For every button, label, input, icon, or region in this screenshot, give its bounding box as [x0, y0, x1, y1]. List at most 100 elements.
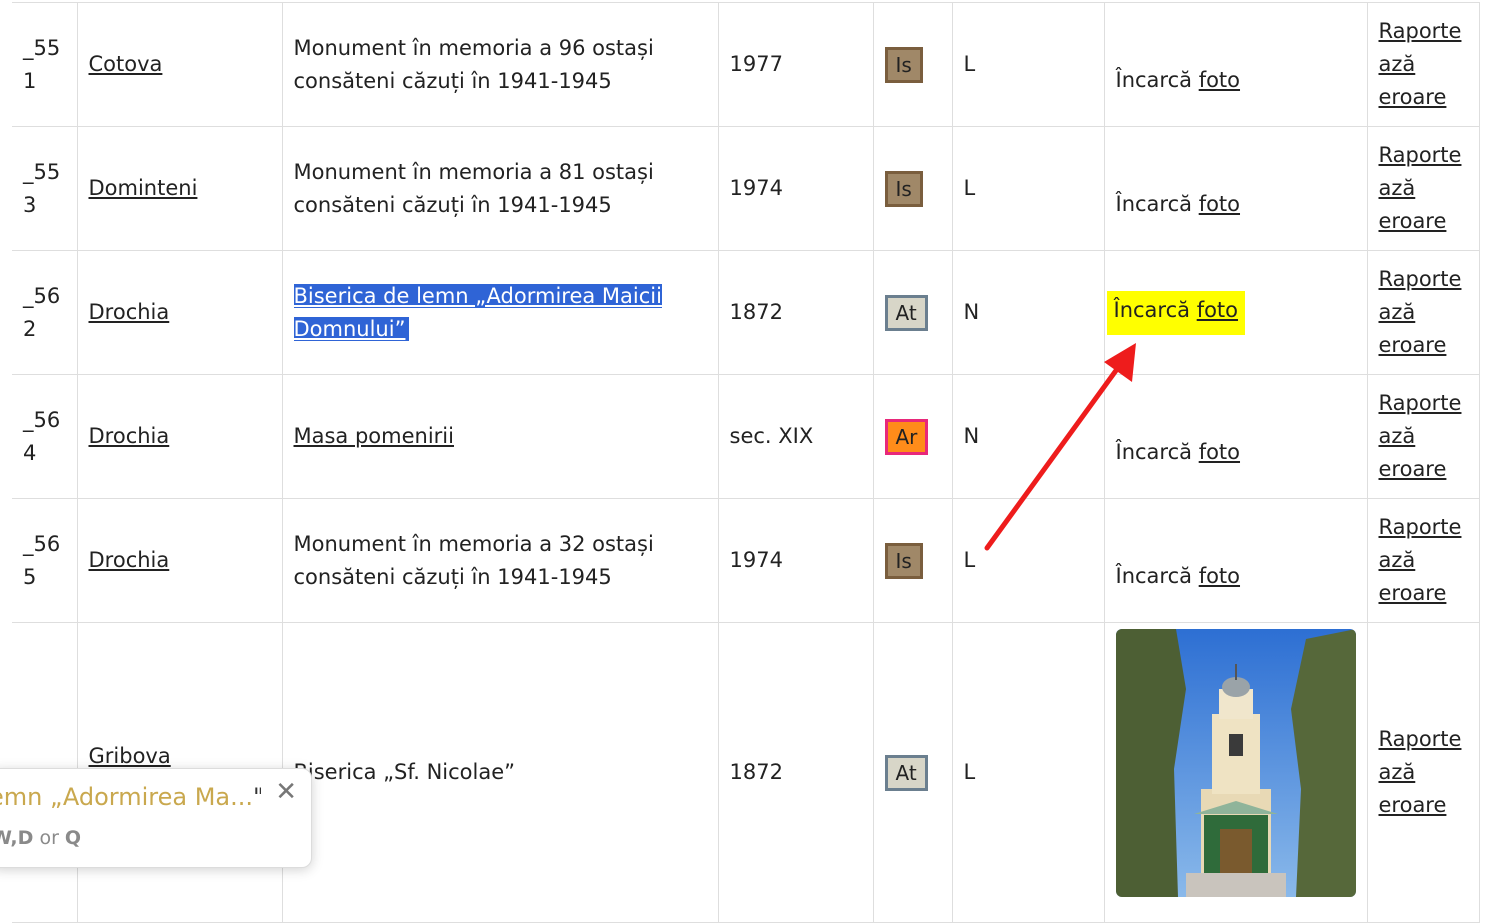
report-error-link[interactable]: Raporte ază eroare: [1379, 727, 1462, 817]
date: sec. XIX: [729, 424, 814, 448]
row-id-text: _56 2: [23, 283, 61, 341]
status: N: [963, 424, 980, 448]
upload-label: Încarcă: [1115, 68, 1199, 92]
monument-link-selected[interactable]: Biserica de lemn „Adormirea Maicii Domnu…: [293, 283, 662, 341]
monument-name: Monument în memoria a 96 ostași consăten…: [293, 35, 654, 93]
locality-link[interactable]: Dominteni: [89, 176, 198, 200]
report-error-text: eroare: [1378, 209, 1447, 233]
row-id-text: _55 1: [23, 35, 61, 93]
monument-link[interactable]: Masa pomenirii: [294, 424, 454, 448]
locality-cell: Cotova: [76, 2, 283, 127]
search-suggestion-popup[interactable]: emn „Adormirea Ma..." W,D or Q ✕: [0, 768, 312, 868]
report-error-cell: Raporte ază eroare: [1366, 622, 1480, 923]
report-error-cell: Raporte ază eroare: [1366, 2, 1480, 127]
table-row: _56 5 Drochia Monument în memoria a 32 ost…: [12, 498, 1480, 623]
category-cell: Ar: [872, 374, 953, 499]
date: 1977: [729, 52, 783, 76]
category-cell: At: [872, 622, 953, 923]
report-error-text: ază: [1378, 176, 1416, 200]
locality-cell: Dominteni: [76, 126, 283, 251]
monument-name-cell: Monument în memoria a 32 ostași consăten…: [281, 498, 719, 623]
report-error-text: ază: [1378, 300, 1416, 324]
upload-photo-link[interactable]: foto: [1199, 564, 1240, 588]
status-cell: L: [951, 498, 1105, 623]
report-error-text: Raporte: [1378, 143, 1462, 167]
report-error-cell: Raporte ază eroare: [1366, 374, 1480, 499]
locality-link[interactable]: Drochia: [89, 424, 170, 448]
photo-cell: Încarcă foto: [1103, 2, 1368, 127]
upload-photo-link[interactable]: foto: [1199, 440, 1240, 464]
category-badge: At: [884, 754, 928, 791]
locality-link[interactable]: Drochia: [89, 300, 170, 324]
report-error-cell: Raporte ază eroare: [1366, 250, 1480, 375]
monument-name-cell: Monument în memoria a 96 ostași consăten…: [281, 2, 719, 127]
report-error-text: ază: [1378, 760, 1416, 784]
upload-label: Încarcă: [1113, 297, 1197, 322]
report-error-link[interactable]: Raporte ază eroare: [1379, 391, 1462, 481]
locality-link[interactable]: Drochia: [89, 548, 170, 572]
upload-label: Încarcă: [1115, 192, 1199, 216]
table-row: _55 3 Dominteni Monument în memoria a 81 o…: [12, 126, 1480, 251]
row-id: _56 4: [12, 374, 78, 499]
status-cell: L: [951, 622, 1105, 923]
report-error-link[interactable]: Raporte ază eroare: [1379, 19, 1462, 109]
upload-photo: Încarcă foto: [1116, 528, 1356, 593]
locality-link[interactable]: Cotova: [89, 52, 163, 76]
date-cell: 1974: [717, 126, 874, 251]
upload-photo-link[interactable]: foto: [1199, 192, 1240, 216]
upload-photo-link[interactable]: foto: [1199, 68, 1240, 92]
report-error-text: Raporte: [1378, 391, 1462, 415]
row-id-text: _56 4: [23, 407, 61, 465]
category-badge: Is: [884, 170, 923, 207]
category-cell: Is: [872, 126, 953, 251]
monument-name-cell: Biserica de lemn „Adormirea Maicii Domnu…: [281, 250, 719, 375]
monument-photo[interactable]: [1115, 629, 1356, 897]
date-cell: 1974: [717, 498, 874, 623]
photo-cell: Încarcă foto: [1103, 498, 1368, 623]
date-cell: 1977: [717, 2, 874, 127]
report-error-text: eroare: [1378, 793, 1447, 817]
upload-label: Încarcă: [1115, 564, 1199, 588]
monument-name: Biserica „Sf. Nicolae”: [293, 760, 516, 784]
category-badge: Is: [884, 46, 923, 83]
monument-name-cell: Monument în memoria a 81 ostași consăten…: [281, 126, 719, 251]
row-id: _55 1: [12, 2, 78, 127]
category-cell: Is: [872, 2, 953, 127]
date: 1974: [729, 548, 783, 572]
report-error-link[interactable]: Raporte ază eroare: [1379, 267, 1462, 357]
popup-title[interactable]: emn „Adormirea Ma...": [0, 783, 261, 811]
report-error-text: Raporte: [1378, 727, 1462, 751]
row-id-text: _55 3: [23, 159, 61, 217]
table-row: _56 4 Drochia Masa pomenirii sec. XIX Ar N Înc…: [12, 374, 1480, 499]
locality-cell: Drochia: [76, 250, 283, 375]
locality-cell: Drochia: [76, 498, 283, 623]
report-error-cell: Raporte ază eroare: [1366, 498, 1480, 623]
row-id: _55 3: [12, 126, 78, 251]
category-badge: At: [884, 294, 928, 331]
report-error-text: Raporte: [1378, 267, 1462, 291]
category-cell: At: [872, 250, 953, 375]
monument-name-cell: Masa pomenirii: [281, 374, 719, 499]
close-icon[interactable]: ✕: [275, 779, 297, 805]
upload-label: Încarcă: [1115, 440, 1199, 464]
report-error-text: eroare: [1378, 457, 1447, 481]
photo-cell: Încarcă foto: [1103, 250, 1368, 375]
locality-link[interactable]: Gribova: [89, 744, 171, 768]
report-error-link[interactable]: Raporte ază eroare: [1379, 143, 1462, 233]
date: 1974: [729, 176, 783, 200]
category-badge: Ar: [884, 418, 929, 455]
report-error-text: Raporte: [1378, 19, 1462, 43]
report-error-text: Raporte: [1378, 515, 1462, 539]
date-cell: 1872: [717, 250, 874, 375]
popup-keyboard-hint: W,D or Q: [0, 827, 82, 849]
report-error-link[interactable]: Raporte ază eroare: [1379, 515, 1462, 605]
photo-cell: Încarcă foto: [1103, 374, 1368, 499]
row-id: _56 5: [12, 498, 78, 623]
date: 1872: [729, 760, 783, 784]
report-error-text: eroare: [1378, 85, 1447, 109]
locality-cell: Drochia: [76, 374, 283, 499]
row-id: _56 2: [12, 250, 78, 375]
upload-photo-link[interactable]: foto: [1197, 298, 1238, 322]
category-cell: Is: [872, 498, 953, 623]
monument-name-cell: Biserica „Sf. Nicolae”: [281, 622, 719, 923]
